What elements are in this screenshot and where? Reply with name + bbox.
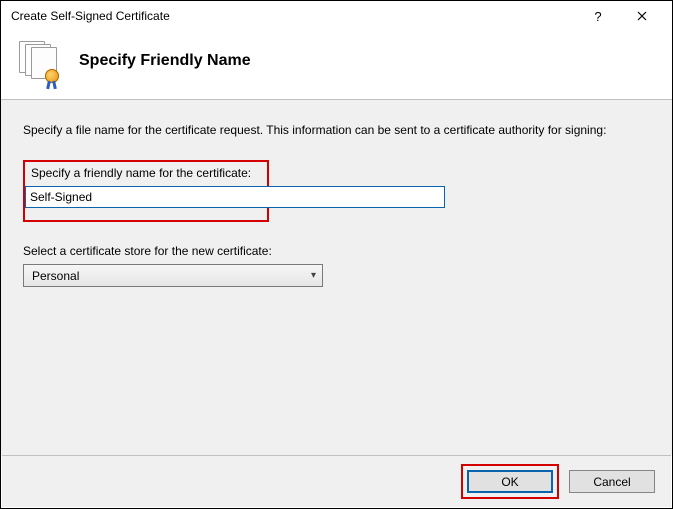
close-button[interactable] <box>620 1 664 31</box>
friendly-name-label: Specify a friendly name for the certific… <box>31 166 261 180</box>
certificate-store-value: Personal <box>32 269 79 283</box>
certificate-store-label: Select a certificate store for the new c… <box>23 244 650 258</box>
cancel-button[interactable]: Cancel <box>569 470 655 493</box>
page-title: Specify Friendly Name <box>79 52 251 70</box>
friendly-name-input[interactable] <box>25 186 445 208</box>
title-bar: Create Self-Signed Certificate ? <box>1 1 672 31</box>
dialog-header: Specify Friendly Name <box>1 31 672 100</box>
ok-button[interactable]: OK <box>467 470 553 493</box>
window-title: Create Self-Signed Certificate <box>11 9 576 23</box>
chevron-down-icon: ▾ <box>311 270 316 281</box>
dialog-footer: OK Cancel <box>2 455 671 507</box>
friendly-name-group: Specify a friendly name for the certific… <box>23 160 269 222</box>
certificate-icon <box>19 41 59 81</box>
close-icon <box>637 11 647 21</box>
ok-highlight: OK <box>461 464 559 499</box>
dialog-body: Specify a file name for the certificate … <box>1 100 672 455</box>
certificate-store-select[interactable]: Personal ▾ <box>23 264 323 287</box>
help-button[interactable]: ? <box>576 1 620 31</box>
instruction-text: Specify a file name for the certificate … <box>23 122 650 138</box>
